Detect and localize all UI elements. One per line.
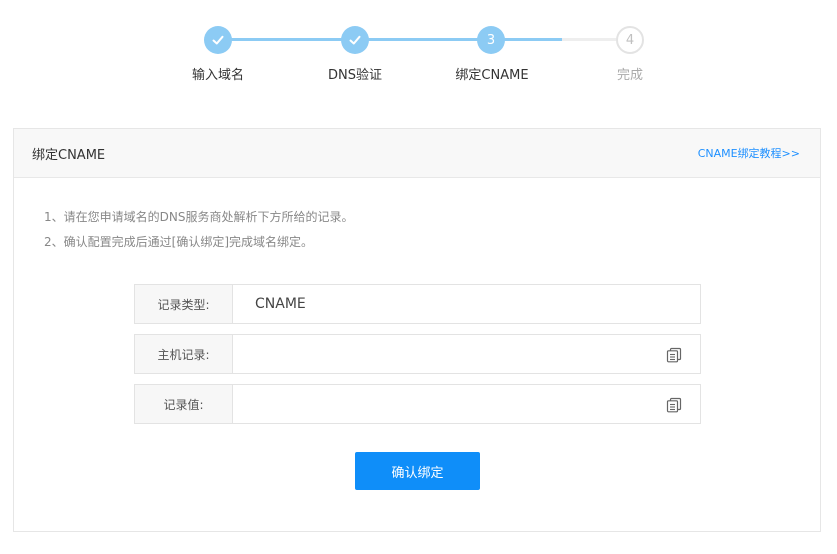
cname-tutorial-link[interactable]: CNAME绑定教程>> xyxy=(698,145,800,161)
confirm-bind-button[interactable]: 确认绑定 xyxy=(355,452,480,490)
checkmark-icon xyxy=(349,35,361,45)
record-type-row: 记录类型: CNAME xyxy=(134,284,701,324)
panel-title: 绑定CNAME xyxy=(32,147,106,163)
step-connector-1 xyxy=(218,38,355,41)
host-record-value xyxy=(233,335,700,373)
instructions: 1、请在您申请域名的DNS服务商处解析下方所给的记录。 2、确认配置完成后通过[… xyxy=(44,205,353,255)
bind-cname-panel: 绑定CNAME CNAME绑定教程>> 1、请在您申请域名的DNS服务商处解析下… xyxy=(13,128,821,532)
host-record-label: 主机记录: xyxy=(135,335,233,373)
instruction-2: 2、确认配置完成后通过[确认绑定]完成域名绑定。 xyxy=(44,235,313,249)
step-1-circle xyxy=(204,26,232,54)
record-type-value: CNAME xyxy=(233,285,700,323)
copy-icon[interactable] xyxy=(666,347,682,363)
instruction-1: 1、请在您申请域名的DNS服务商处解析下方所给的记录。 xyxy=(44,210,354,224)
step-connector-2 xyxy=(355,38,491,41)
record-type-text: CNAME xyxy=(255,296,306,312)
panel-header: 绑定CNAME CNAME绑定教程>> xyxy=(14,129,820,178)
host-record-row: 主机记录: xyxy=(134,334,701,374)
step-4-circle: 4 xyxy=(616,26,644,54)
step-3-label: 绑定CNAME xyxy=(455,68,529,83)
step-2-label: DNS验证 xyxy=(328,68,382,83)
record-type-label: 记录类型: xyxy=(135,285,233,323)
copy-icon[interactable] xyxy=(666,397,682,413)
step-3-number: 3 xyxy=(486,32,496,48)
step-2-circle xyxy=(341,26,369,54)
step-4-number: 4 xyxy=(625,32,635,48)
step-4-label: 完成 xyxy=(616,68,644,83)
record-value-row: 记录值: xyxy=(134,384,701,424)
step-3-circle: 3 xyxy=(477,26,505,54)
dns-record-form: 记录类型: CNAME 主机记录: 记录值: xyxy=(134,284,701,434)
record-value-label: 记录值: xyxy=(135,385,233,423)
progress-stepper: 3 4 输入域名 DNS验证 绑定CNAME 完成 xyxy=(0,0,837,110)
record-value-value xyxy=(233,385,700,423)
step-1-label: 输入域名 xyxy=(191,68,245,83)
checkmark-icon xyxy=(212,35,224,45)
